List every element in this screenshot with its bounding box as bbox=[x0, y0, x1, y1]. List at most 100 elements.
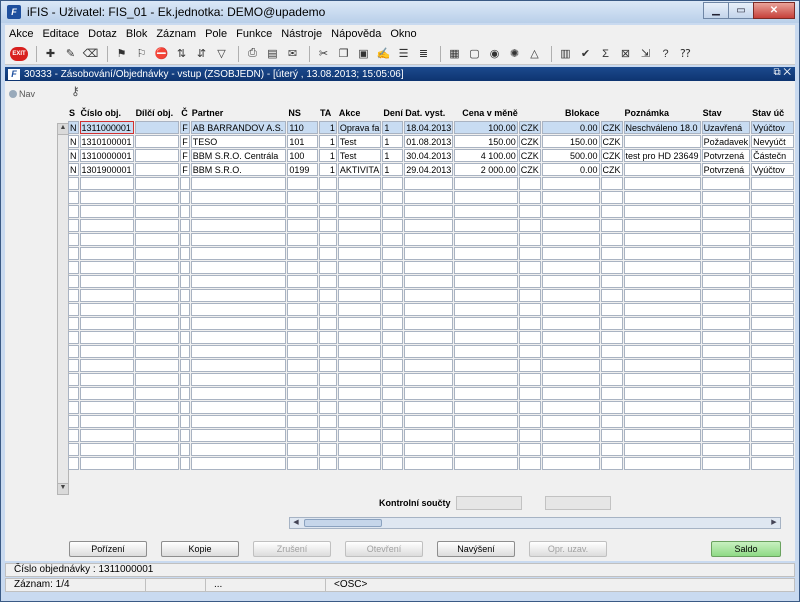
empty-row[interactable] bbox=[68, 205, 794, 218]
table-cell[interactable]: F bbox=[180, 135, 190, 148]
table-cell[interactable] bbox=[701, 317, 751, 330]
table-cell[interactable] bbox=[287, 429, 318, 442]
table-cell[interactable] bbox=[134, 303, 180, 316]
export-icon[interactable]: ⇲ bbox=[637, 45, 654, 62]
table-cell[interactable] bbox=[382, 387, 404, 400]
column-header[interactable]: TA bbox=[319, 106, 337, 120]
table-cell[interactable] bbox=[541, 219, 600, 232]
table-cell[interactable] bbox=[600, 177, 623, 190]
empty-row[interactable] bbox=[68, 219, 794, 232]
delete-record-icon[interactable]: ✎ bbox=[62, 45, 79, 62]
table-cell[interactable] bbox=[701, 359, 751, 372]
table-cell[interactable] bbox=[287, 443, 318, 456]
table-cell[interactable] bbox=[518, 261, 541, 274]
table-cell[interactable] bbox=[600, 457, 623, 470]
table-cell[interactable] bbox=[337, 345, 382, 358]
table-row[interactable]: N 1311000001 F AB BARRANDOV A.S. 110 1 Oprava … bbox=[68, 121, 794, 134]
table-cell[interactable] bbox=[623, 345, 701, 358]
table-cell[interactable] bbox=[454, 373, 518, 386]
table-cell[interactable] bbox=[404, 205, 454, 218]
table-cell[interactable] bbox=[190, 219, 287, 232]
table-cell[interactable] bbox=[79, 457, 134, 470]
table-cell[interactable] bbox=[600, 373, 623, 386]
table-cell[interactable] bbox=[79, 317, 134, 330]
table-cell[interactable]: 4 100.00 bbox=[454, 149, 518, 162]
table-cell[interactable] bbox=[518, 359, 541, 372]
table-cell[interactable] bbox=[180, 345, 190, 358]
table-cell[interactable] bbox=[318, 233, 337, 246]
table-cell[interactable]: CZK bbox=[518, 121, 541, 134]
empty-row[interactable] bbox=[68, 373, 794, 386]
table-cell[interactable] bbox=[68, 219, 79, 232]
table-cell[interactable] bbox=[404, 275, 454, 288]
table-cell[interactable] bbox=[701, 373, 751, 386]
table-cell[interactable] bbox=[318, 373, 337, 386]
table-cell[interactable] bbox=[518, 219, 541, 232]
table-cell[interactable] bbox=[541, 205, 600, 218]
table-cell[interactable] bbox=[751, 373, 794, 386]
sort-asc-icon[interactable]: ⇅ bbox=[173, 45, 190, 62]
table-cell[interactable] bbox=[600, 289, 623, 302]
table-cell[interactable] bbox=[68, 275, 79, 288]
table-cell[interactable] bbox=[68, 401, 79, 414]
table-cell[interactable]: 0.00 bbox=[541, 163, 600, 176]
table-cell[interactable] bbox=[287, 373, 318, 386]
empty-row[interactable] bbox=[68, 359, 794, 372]
table-cell[interactable] bbox=[751, 275, 794, 288]
filter-icon[interactable]: ▽ bbox=[213, 45, 230, 62]
table-cell[interactable]: 1 bbox=[382, 149, 404, 162]
table-cell[interactable] bbox=[541, 303, 600, 316]
table-cell[interactable] bbox=[134, 135, 180, 148]
table-cell[interactable] bbox=[751, 429, 794, 442]
table-cell[interactable] bbox=[600, 387, 623, 400]
table-cell[interactable] bbox=[190, 387, 287, 400]
paste-icon[interactable]: ▣ bbox=[355, 45, 372, 62]
table-cell[interactable] bbox=[701, 247, 751, 260]
grid-horizontal-scrollbar[interactable]: ◀ ▶ bbox=[289, 517, 781, 529]
empty-row[interactable] bbox=[68, 191, 794, 204]
table-cell[interactable] bbox=[518, 289, 541, 302]
table-cell[interactable] bbox=[190, 247, 287, 260]
menu-pole[interactable]: Pole bbox=[205, 28, 227, 40]
table-cell[interactable] bbox=[79, 261, 134, 274]
table-cell[interactable] bbox=[404, 191, 454, 204]
table-cell[interactable]: CZK bbox=[600, 135, 623, 148]
table-cell[interactable]: 1 bbox=[318, 135, 337, 148]
table-cell[interactable] bbox=[68, 443, 79, 456]
table-cell[interactable] bbox=[134, 443, 180, 456]
table-cell[interactable] bbox=[751, 191, 794, 204]
table-cell[interactable] bbox=[287, 415, 318, 428]
table-cell[interactable] bbox=[454, 457, 518, 470]
table-cell[interactable]: 1310000001 bbox=[79, 149, 134, 162]
table-cell[interactable] bbox=[318, 387, 337, 400]
table-cell[interactable] bbox=[287, 247, 318, 260]
table-row[interactable]: N 1310100001 F TESO 101 1 Test 1 01.08.2013 150.0… bbox=[68, 135, 794, 148]
table-cell[interactable] bbox=[337, 177, 382, 190]
table-cell[interactable] bbox=[287, 275, 318, 288]
table-cell[interactable] bbox=[287, 177, 318, 190]
table-cell[interactable] bbox=[337, 275, 382, 288]
table-cell[interactable] bbox=[600, 415, 623, 428]
table-cell[interactable] bbox=[190, 275, 287, 288]
table-cell[interactable] bbox=[701, 415, 751, 428]
table-cell[interactable] bbox=[623, 261, 701, 274]
table-cell[interactable] bbox=[623, 205, 701, 218]
table-cell[interactable] bbox=[701, 387, 751, 400]
table-cell[interactable] bbox=[701, 331, 751, 344]
table-cell[interactable] bbox=[404, 415, 454, 428]
table-cell[interactable] bbox=[318, 177, 337, 190]
table-cell[interactable] bbox=[134, 219, 180, 232]
menu-zaznam[interactable]: Záznam bbox=[156, 28, 196, 40]
table-cell[interactable] bbox=[701, 457, 751, 470]
table-cell[interactable] bbox=[190, 401, 287, 414]
table-cell[interactable] bbox=[454, 275, 518, 288]
menu-editace[interactable]: Editace bbox=[42, 28, 79, 40]
table-cell[interactable] bbox=[287, 401, 318, 414]
table-cell[interactable]: 1 bbox=[318, 163, 337, 176]
scroll-thumb[interactable] bbox=[304, 519, 382, 527]
table-cell[interactable]: 150.00 bbox=[454, 135, 518, 148]
table-cell[interactable] bbox=[518, 247, 541, 260]
table-cell[interactable] bbox=[382, 177, 404, 190]
table-cell[interactable] bbox=[701, 443, 751, 456]
table-cell[interactable] bbox=[541, 233, 600, 246]
